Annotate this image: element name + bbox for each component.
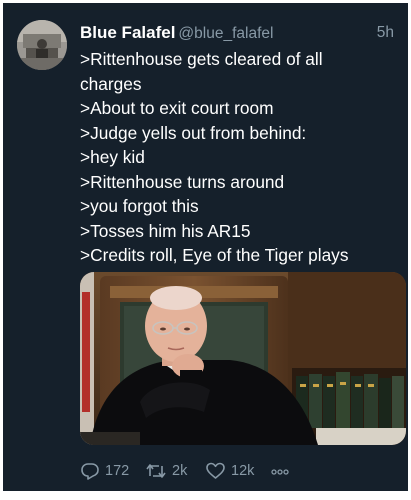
timestamp[interactable]: 5h xyxy=(377,24,394,42)
retweet-count: 2k xyxy=(172,463,188,479)
reply-button[interactable]: 172 xyxy=(80,460,129,482)
like-count: 12k xyxy=(231,463,255,479)
tweet-text-line: >hey kid xyxy=(80,147,145,167)
tweet-actions: 172 2k 12k xyxy=(80,460,398,482)
reply-count: 172 xyxy=(105,463,130,479)
tweet-photo[interactable] xyxy=(80,272,406,445)
tweet-card[interactable]: Blue Falafel @blue_falafel 5h >Rittenhous… xyxy=(3,3,408,491)
retweet-button[interactable]: 2k xyxy=(145,460,187,482)
tweet-text: >Rittenhouse gets cleared of all charges… xyxy=(80,47,396,268)
display-name[interactable]: Blue Falafel xyxy=(80,23,175,42)
screenshot-frame: Blue Falafel @blue_falafel 5h >Rittenhous… xyxy=(0,0,411,500)
retweet-icon xyxy=(146,464,166,478)
judge-photo-illustration xyxy=(80,272,406,445)
tweet-text-line: >Judge yells out from behind: xyxy=(80,122,307,143)
tweet-text-line: >you forgot this xyxy=(80,196,199,216)
more-icon xyxy=(271,469,289,475)
avatar-image xyxy=(17,20,67,70)
like-button[interactable]: 12k xyxy=(205,460,254,482)
avatar[interactable] xyxy=(17,20,67,70)
tweet-text-line: >About to exit court room xyxy=(80,98,274,118)
tweet-header: Blue Falafel @blue_falafel 5h xyxy=(80,23,394,45)
heart-icon xyxy=(206,462,225,479)
tweet-text-line: charges xyxy=(80,73,142,94)
tweet-text-line: >Rittenhouse gets cleared of all xyxy=(80,49,323,69)
user-handle[interactable]: @blue_falafel xyxy=(178,25,273,42)
tweet-text-line: >Tosses him his AR15 xyxy=(80,220,251,241)
tweet-text-line: >Rittenhouse turns around xyxy=(80,171,285,192)
tweet-text-line: >Credits roll, Eye of the Tiger plays xyxy=(80,245,349,265)
reply-icon xyxy=(81,463,99,480)
more-button[interactable] xyxy=(270,460,290,482)
